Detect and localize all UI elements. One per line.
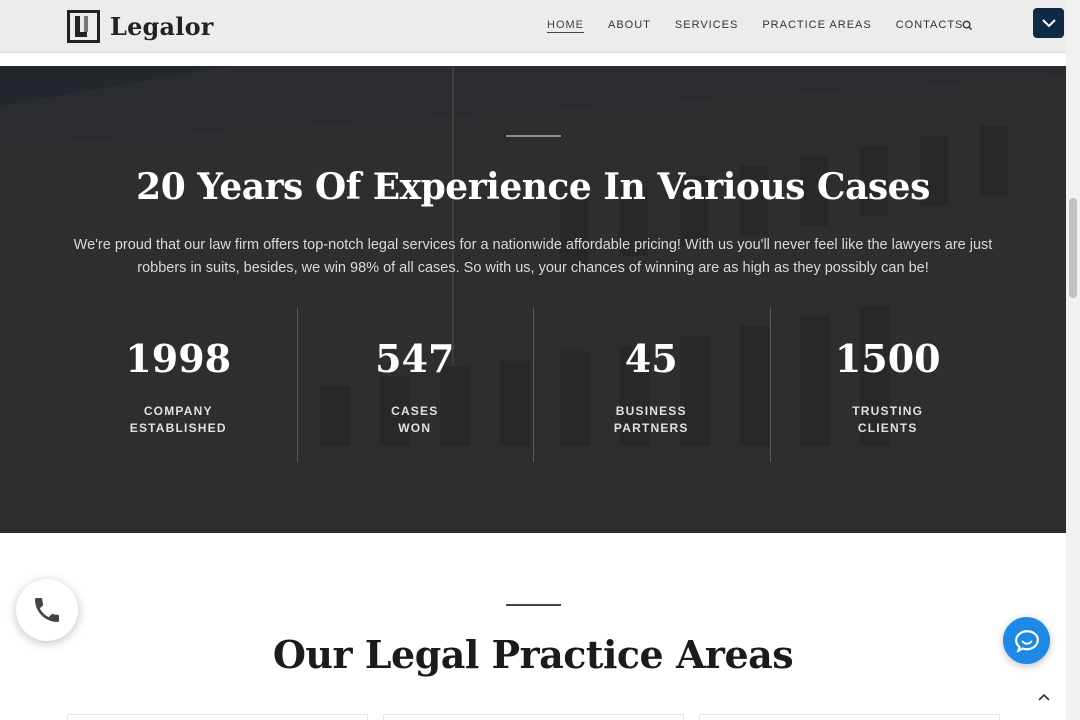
dropdown-toggle-button[interactable] [1033, 8, 1064, 38]
phone-icon [35, 598, 59, 622]
chat-button[interactable] [1003, 617, 1050, 664]
chat-icon [1014, 629, 1039, 653]
stat-number: 45 [624, 336, 678, 381]
practice-card[interactable] [383, 714, 684, 720]
nav-item-practice-areas[interactable]: PRACTICE AREAS [762, 19, 871, 31]
nav-item-contacts[interactable]: CONTACTS [896, 19, 964, 31]
nav-item-home[interactable]: HOME [547, 19, 584, 31]
practice-card[interactable] [67, 714, 368, 720]
logo[interactable]: Legalor [67, 10, 214, 43]
stat-label: CASES WON [391, 404, 439, 435]
stat-company-established: 1998 COMPANY ESTABLISHED [60, 306, 297, 462]
search-icon[interactable] [962, 20, 973, 31]
nav-item-about[interactable]: ABOUT [608, 19, 651, 31]
practice-card[interactable] [699, 714, 1000, 720]
practice-areas-title: Our Legal Practice Areas [272, 632, 794, 677]
stat-number: 1998 [125, 336, 232, 381]
chevron-down-icon [1041, 19, 1056, 28]
stat-number: 1500 [834, 336, 941, 381]
stat-label: COMPANY ESTABLISHED [129, 404, 227, 435]
brand-name: Legalor [110, 12, 214, 41]
chevron-up-icon[interactable] [1036, 690, 1052, 704]
page-scrollbar[interactable] [1066, 0, 1080, 720]
hero-description: We're proud that our law firm offers top… [73, 237, 993, 276]
stat-label: BUSINESS PARTNERS [613, 404, 689, 435]
stats-row: 1998 COMPANY ESTABLISHED 547 CASES WON 45 … [60, 306, 1006, 462]
section-divider [506, 604, 561, 606]
scrollbar-thumb[interactable] [1069, 198, 1077, 298]
stat-trusting-clients: 1500 TRUSTING CLIENTS [769, 306, 1007, 462]
stat-business-partners: 45 BUSINESS PARTNERS [533, 306, 770, 462]
call-button[interactable] [16, 579, 78, 641]
stat-number: 547 [375, 336, 455, 381]
hero-section: 20 Years Of Experience In Various Cases … [0, 66, 1066, 533]
stat-cases-won: 547 CASES WON [296, 306, 534, 462]
nav-item-services[interactable]: SERVICES [675, 19, 738, 31]
site-header: Legalor HOME ABOUT SERVICES PRACTICE ARE… [0, 0, 1066, 53]
main-nav: HOME ABOUT SERVICES PRACTICE AREAS CONTA… [547, 19, 987, 31]
logo-icon [67, 10, 100, 43]
stat-label: TRUSTING CLIENTS [852, 404, 924, 435]
hero-divider [506, 135, 561, 137]
hero-title: 20 Years Of Experience In Various Cases [136, 166, 930, 208]
